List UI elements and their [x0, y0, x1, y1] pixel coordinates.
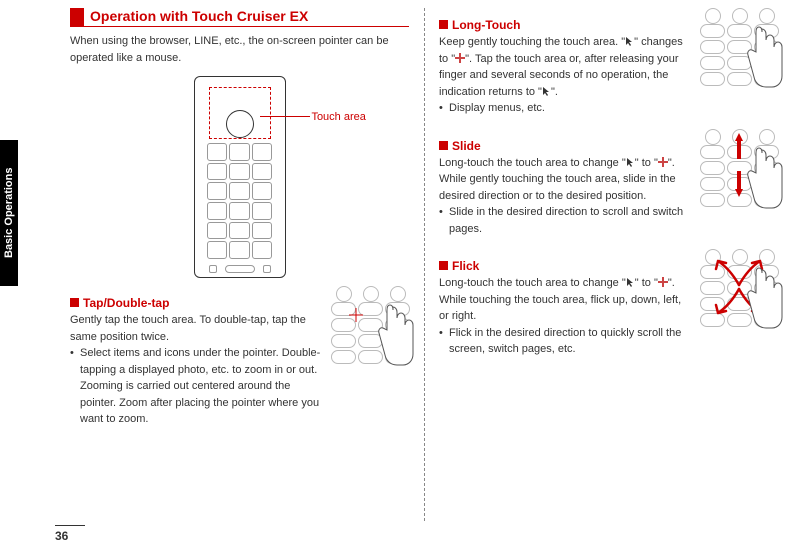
- slide-heading: Slide: [439, 137, 690, 155]
- flick-body: Long-touch the touch area to change "" t…: [439, 275, 690, 292]
- slide-figure: [700, 129, 778, 238]
- section-tap: Tap/Double-tap Gently tap the touch area…: [70, 286, 409, 428]
- touch-area-label: Touch area: [256, 111, 365, 123]
- remote-figure: Touch area: [70, 76, 409, 286]
- tap-body: Gently tap the touch area. To double-tap…: [70, 312, 321, 345]
- flick-bullet: Flick in the desired direction to quickl…: [439, 325, 690, 358]
- cross-move-icon: [658, 157, 668, 167]
- square-icon: [439, 261, 448, 270]
- tap-heading: Tap/Double-tap: [70, 294, 321, 312]
- main-heading-row: Operation with Touch Cruiser EX: [70, 8, 409, 27]
- remote-outline: [194, 76, 286, 278]
- square-icon: [70, 298, 79, 307]
- left-column: Operation with Touch Cruiser EX When usi…: [55, 8, 424, 531]
- cursor-icon: [625, 36, 634, 47]
- tap-figure: [331, 286, 409, 428]
- cursor-icon: [626, 157, 635, 168]
- page-content: Operation with Touch Cruiser EX When usi…: [55, 8, 793, 531]
- tap-cross-icon: [349, 308, 363, 322]
- section-slide: Slide Long-touch the touch area to chang…: [439, 129, 778, 238]
- heading-marker: [70, 8, 84, 26]
- square-icon: [439, 20, 448, 29]
- tap-bullet: Select items and icons under the pointer…: [70, 345, 321, 428]
- dpad-icon: [226, 110, 254, 138]
- flick-body2: While touching the touch area, flick up,…: [439, 292, 690, 325]
- slide-body2: While gently touching the touch area, sl…: [439, 171, 690, 204]
- cursor-icon: [626, 277, 635, 288]
- slide-body: Long-touch the touch area to change "" t…: [439, 155, 690, 172]
- sidebar-section-tab: Basic Operations: [0, 140, 18, 286]
- longtouch-figure: [700, 8, 778, 117]
- section-flick: Flick Long-touch the touch area to chang…: [439, 249, 778, 358]
- right-column: Long-Touch Keep gently touching the touc…: [424, 8, 793, 531]
- page-number: 36: [55, 525, 85, 543]
- longtouch-heading: Long-Touch: [439, 16, 690, 34]
- keypad-icon: [207, 143, 273, 259]
- intro-text: When using the browser, LINE, etc., the …: [70, 33, 409, 66]
- cross-move-icon: [658, 277, 668, 287]
- remote-bottom-icon: [209, 265, 271, 273]
- cross-move-icon: [455, 53, 465, 63]
- slide-bullet: Slide in the desired direction to scroll…: [439, 204, 690, 237]
- square-icon: [439, 141, 448, 150]
- longtouch-body: Keep gently touching the touch area. "" …: [439, 34, 690, 100]
- section-longtouch: Long-Touch Keep gently touching the touc…: [439, 8, 778, 117]
- longtouch-bullet: Display menus, etc.: [439, 100, 690, 117]
- main-heading: Operation with Touch Cruiser EX: [90, 8, 308, 26]
- flick-heading: Flick: [439, 257, 690, 275]
- flick-figure: [700, 249, 778, 358]
- cursor-icon: [542, 86, 551, 97]
